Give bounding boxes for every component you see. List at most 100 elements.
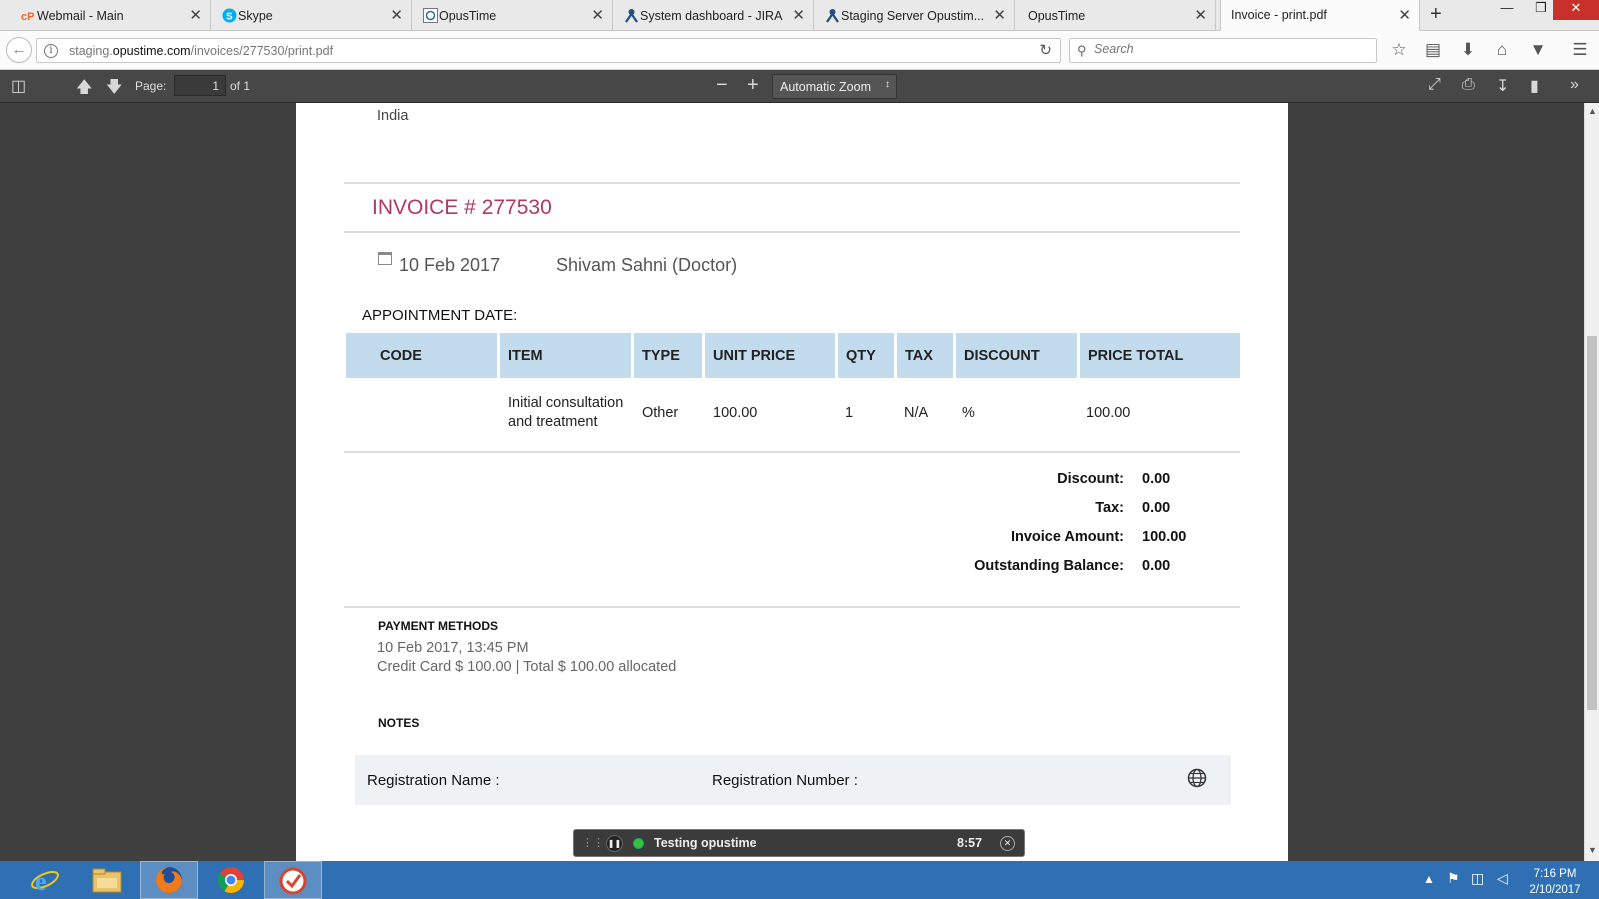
previous-page-icon[interactable]: 🡅 xyxy=(76,76,92,103)
new-tab-button[interactable]: + xyxy=(1430,3,1442,26)
pdf-viewer[interactable]: India INVOICE # 277530 10 Feb 2017 Shiva… xyxy=(0,103,1584,861)
close-icon[interactable]: ✕ xyxy=(1398,6,1411,24)
page-label: Page: xyxy=(135,79,167,93)
table-header: CODE ITEM TYPE UNIT PRICE QTY TAX DISCOU… xyxy=(346,333,1240,378)
close-icon[interactable]: ✕ xyxy=(993,6,1006,24)
timer-app-icon[interactable] xyxy=(264,861,322,899)
minimize-button[interactable]: — xyxy=(1490,0,1524,20)
action-center-icon[interactable]: ⚑ xyxy=(1447,870,1460,887)
scroll-up-icon[interactable]: ▲ xyxy=(1588,106,1597,116)
tab-opustime[interactable]: OpusTime ✕ xyxy=(416,0,613,31)
svg-text:e: e xyxy=(35,867,47,895)
tab-webmail[interactable]: cP Webmail - Main ✕ xyxy=(14,0,211,31)
reload-icon[interactable]: ↻ xyxy=(1039,41,1052,59)
tray-expand-icon[interactable]: ▲ xyxy=(1423,872,1435,886)
tab-skype[interactable]: S Skype ✕ xyxy=(215,0,412,31)
tab-title: OpusTime xyxy=(439,8,497,23)
vertical-scrollbar[interactable]: ▲ ▼ xyxy=(1584,103,1599,861)
tab-title: Invoice - print.pdf xyxy=(1231,8,1327,22)
item-line: Initial consultation xyxy=(508,395,624,411)
screen-recorder-bar: ⋮⋮ ❚❚ Testing opustime 8:57 ✕ xyxy=(573,829,1025,857)
close-icon[interactable]: ✕ xyxy=(390,6,403,24)
divider xyxy=(344,182,1240,184)
window-close-button[interactable]: ✕ xyxy=(1553,0,1599,20)
info-icon[interactable]: i xyxy=(44,44,58,58)
total-discount-row: Discount: 0.00 xyxy=(296,471,1288,491)
tab-staging-jira[interactable]: Staging Server Opustim... ✕ xyxy=(818,0,1015,31)
zoom-select[interactable]: Automatic Zoom ↕ xyxy=(772,74,897,99)
firefox-icon[interactable] xyxy=(140,861,198,899)
address-bar[interactable]: i staging.opustime.com/invoices/277530/p… xyxy=(36,38,1061,63)
next-page-icon[interactable]: 🡇 xyxy=(106,76,122,103)
download-icon[interactable]: ⬇ xyxy=(1457,40,1479,60)
close-icon[interactable]: ✕ xyxy=(1000,836,1015,851)
tab-jira-dashboard[interactable]: System dashboard - JIRA ✕ xyxy=(617,0,814,31)
tab-invoice-pdf[interactable]: Invoice - print.pdf ✕ xyxy=(1220,0,1420,31)
chrome-icon[interactable] xyxy=(202,861,260,899)
tab-title: System dashboard - JIRA xyxy=(640,8,783,23)
search-input[interactable] xyxy=(1094,42,1364,56)
registration-name-label: Registration Name : xyxy=(367,772,500,789)
tools-chevron-icon[interactable]: » xyxy=(1570,76,1579,94)
total-outstanding-row: Outstanding Balance: 0.00 xyxy=(296,558,1288,578)
recording-indicator-icon xyxy=(633,838,644,849)
chevron-updown-icon: ↕ xyxy=(885,79,890,90)
close-icon[interactable]: ✕ xyxy=(792,6,805,24)
jira-icon xyxy=(624,8,639,23)
zoom-out-icon[interactable]: − xyxy=(716,74,728,97)
total-label: Discount: xyxy=(1057,471,1124,487)
save-icon[interactable]: ↧ xyxy=(1496,76,1509,96)
scroll-down-icon[interactable]: ▼ xyxy=(1588,845,1597,855)
file-explorer-icon[interactable] xyxy=(78,861,136,899)
close-icon[interactable]: ✕ xyxy=(591,6,604,24)
column-header-code: CODE xyxy=(346,333,497,378)
scrollbar-thumb[interactable] xyxy=(1587,336,1597,710)
page-number-input[interactable] xyxy=(174,75,226,96)
address-country: India xyxy=(377,108,409,124)
sidebar-toggle-icon[interactable]: ◫ xyxy=(11,76,26,96)
zoom-in-icon[interactable]: + xyxy=(747,74,759,97)
bookmark-icon[interactable]: ▮ xyxy=(1530,76,1539,96)
total-value: 0.00 xyxy=(1142,558,1171,574)
invoice-date: 10 Feb 2017 xyxy=(399,255,501,275)
cell-tax: N/A xyxy=(904,405,929,421)
cell-price-total: 100.00 xyxy=(1086,405,1131,421)
tab-title: OpusTime xyxy=(1028,8,1086,23)
close-icon[interactable]: ✕ xyxy=(189,6,202,24)
column-header-type: TYPE xyxy=(634,333,702,378)
internet-explorer-icon[interactable]: e xyxy=(16,861,74,899)
navigation-bar: ← i staging.opustime.com/invoices/277530… xyxy=(0,31,1599,70)
back-button[interactable]: ← xyxy=(6,37,32,63)
drag-handle-icon[interactable]: ⋮⋮ xyxy=(582,836,604,849)
presentation-mode-icon[interactable]: ⤢ xyxy=(1428,76,1441,94)
search-box[interactable]: ⚲ xyxy=(1069,38,1377,63)
pause-icon[interactable]: ❚❚ xyxy=(606,835,623,852)
notes-title: NOTES xyxy=(378,716,420,730)
total-value: 0.00 xyxy=(1142,471,1171,487)
tab-title: Staging Server Opustim... xyxy=(841,8,985,23)
column-header-qty: QTY xyxy=(838,333,894,378)
globe-icon xyxy=(1187,768,1207,788)
home-icon[interactable]: ⌂ xyxy=(1491,40,1513,60)
total-label: Outstanding Balance: xyxy=(974,558,1124,574)
volume-icon[interactable]: ◁ xyxy=(1497,870,1508,887)
pocket-icon[interactable]: ▼ xyxy=(1527,40,1549,60)
network-icon[interactable]: ◫ xyxy=(1471,870,1484,887)
pdf-toolbar: ◫ 🡅 🡇 Page: of 1 − + Automatic Zoom ↕ ⤢ … xyxy=(0,70,1599,103)
recording-timer: 8:57 xyxy=(957,836,983,850)
search-icon: ⚲ xyxy=(1077,43,1087,58)
invoice-title: INVOICE # 277530 xyxy=(372,196,552,219)
cpanel-icon: cP xyxy=(21,8,36,23)
menu-icon[interactable]: ☰ xyxy=(1569,40,1591,60)
tab-opustime-2[interactable]: OpusTime ✕ xyxy=(1019,0,1216,31)
system-clock[interactable]: 7:16 PM 2/10/2017 xyxy=(1515,866,1595,898)
print-icon[interactable]: ⎙ xyxy=(1462,76,1475,94)
divider xyxy=(344,606,1240,608)
registration-footer: Registration Name : Registration Number … xyxy=(355,755,1231,805)
reading-list-icon[interactable]: ▤ xyxy=(1422,40,1444,60)
close-icon[interactable]: ✕ xyxy=(1194,6,1207,24)
item-line: and treatment xyxy=(508,414,598,430)
bookmark-star-icon[interactable]: ☆ xyxy=(1388,40,1410,60)
payment-summary: Credit Card $ 100.00 | Total $ 100.00 al… xyxy=(377,659,677,675)
total-invoice-amount-row: Invoice Amount: 100.00 xyxy=(296,529,1288,549)
